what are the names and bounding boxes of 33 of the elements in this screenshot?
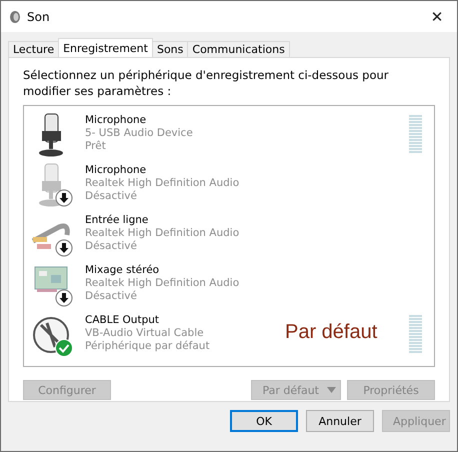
dialog-button[interactable]: OK bbox=[230, 410, 298, 432]
device-driver: Realtek High Definition Audio bbox=[85, 177, 240, 190]
device-name: Mixage stéréo bbox=[85, 264, 160, 277]
device-name: Microphone bbox=[85, 114, 146, 127]
device-driver: Realtek High Definition Audio bbox=[85, 277, 240, 290]
device-driver: VB-Audio Virtual Cable bbox=[85, 327, 204, 340]
device-name: Microphone bbox=[85, 164, 146, 177]
device-row[interactable]: Mixage stéréo Realtek High Definition Audio Désactivé bbox=[24, 259, 434, 309]
device-name: CABLE Output bbox=[85, 314, 160, 327]
device-name: Entrée ligne bbox=[85, 214, 148, 227]
dialog-button[interactable]: Annuler bbox=[306, 410, 374, 432]
tab[interactable]: Enregistrement bbox=[58, 38, 153, 57]
device-driver: Realtek High Definition Audio bbox=[85, 227, 240, 240]
device-row[interactable]: Microphone 5- USB Audio Device Prêt bbox=[24, 109, 434, 159]
device-row[interactable]: Microphone Realtek High Definition Audio Désactivé bbox=[24, 159, 434, 209]
level-meter-icon bbox=[409, 315, 422, 353]
level-meter-icon bbox=[409, 115, 422, 153]
device-status: Périphérique par défaut bbox=[85, 340, 210, 353]
device-status: Prêt bbox=[85, 140, 106, 153]
device-driver: 5- USB Audio Device bbox=[85, 127, 193, 140]
tab[interactable]: Lecture bbox=[8, 41, 60, 57]
instruction-text: Sélectionnez un périphérique d'enregistrement ci-dessous pour modifier ses paramètres : bbox=[23, 67, 390, 99]
device-row[interactable]: CABLE Output VB-Audio Virtual Cable Périphérique par défaut Par défaut bbox=[24, 309, 434, 359]
annotation-text: Par défaut bbox=[285, 321, 378, 344]
caret-icon bbox=[327, 387, 336, 393]
speaker-icon bbox=[9, 10, 21, 24]
close-button[interactable]: ✕ bbox=[417, 1, 457, 32]
tab[interactable]: Communications bbox=[187, 41, 290, 57]
device-status: Désactivé bbox=[85, 240, 137, 253]
device-status: Désactivé bbox=[85, 290, 137, 303]
device-status: Désactivé bbox=[85, 190, 137, 203]
window-title: Son bbox=[27, 10, 51, 24]
device-row[interactable]: Entrée ligne Realtek High Definition Audio Désactivé bbox=[24, 209, 434, 259]
